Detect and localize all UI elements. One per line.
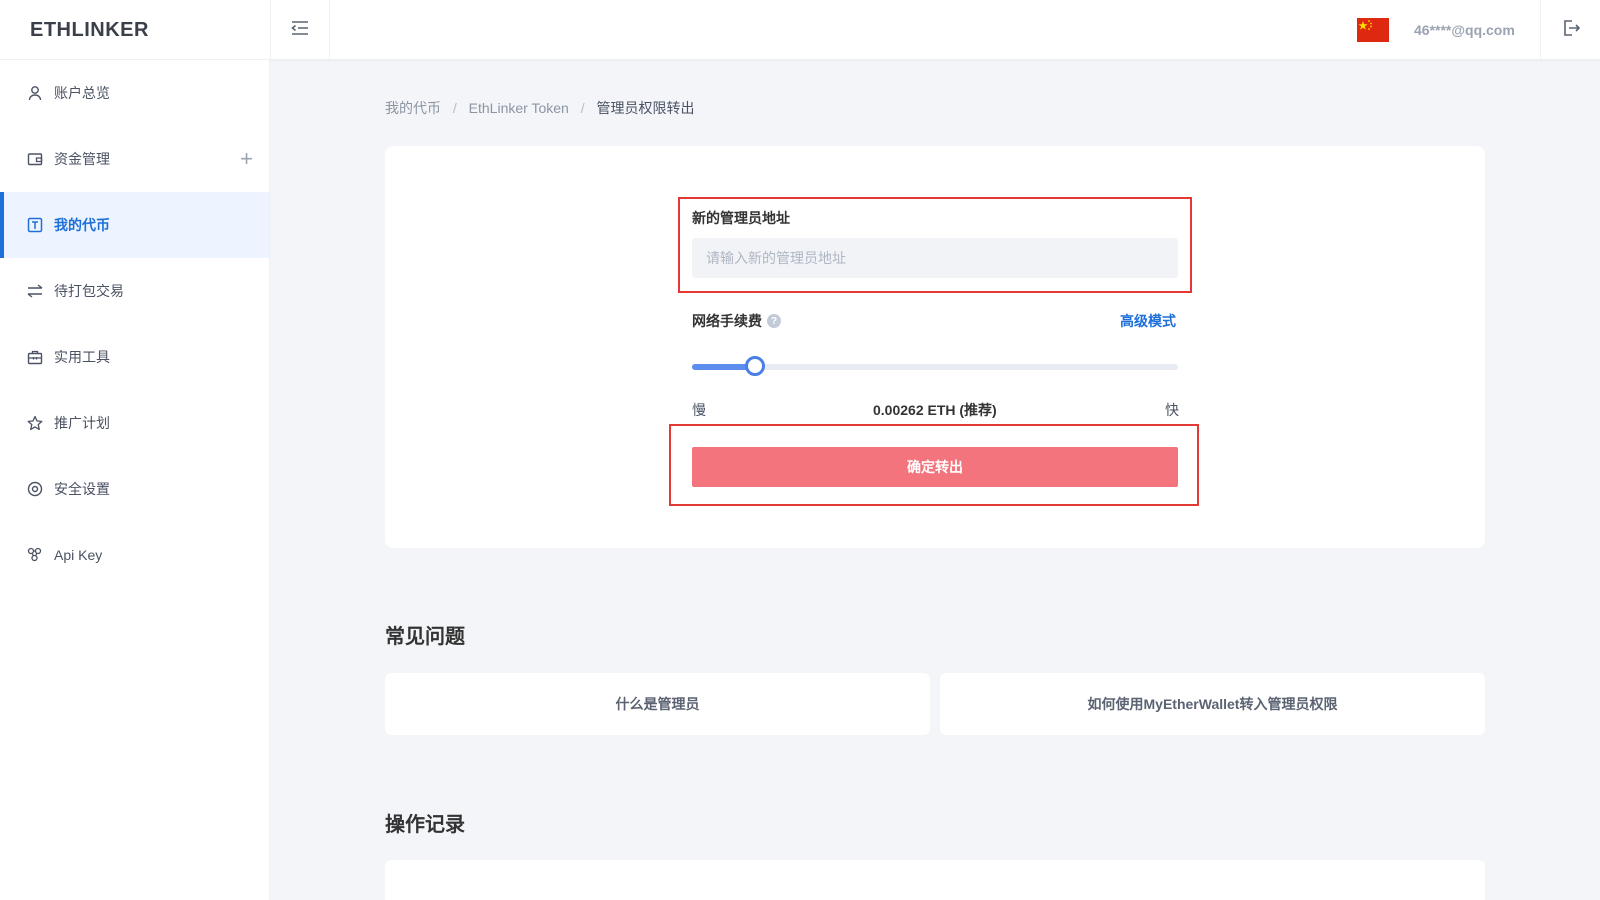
sidebar-item-label: 我的代币: [54, 217, 110, 233]
help-icon[interactable]: ?: [767, 314, 781, 328]
sidebar-item-fund-management[interactable]: 资金管理 +: [0, 126, 269, 192]
confirm-transfer-button[interactable]: 确定转出: [692, 447, 1178, 487]
user-email[interactable]: 46****@qq.com: [1414, 0, 1515, 60]
breadcrumb-separator: /: [580, 100, 585, 116]
network-fee-label: 网络手续费 ?: [692, 311, 781, 331]
fast-label: 快: [1165, 402, 1179, 418]
app-logo[interactable]: ETHLINKER: [30, 0, 149, 60]
sidebar-item-account-overview[interactable]: 账户总览: [0, 60, 269, 126]
advanced-mode-link[interactable]: 高级模式: [1120, 311, 1176, 331]
logout-button[interactable]: [1541, 0, 1600, 60]
wallet-icon: [26, 150, 44, 168]
faq-item-label: 如何使用MyEtherWallet转入管理员权限: [1087, 696, 1338, 712]
breadcrumb-token[interactable]: EthLinker Token: [469, 100, 569, 116]
sidebar: 账户总览 资金管理 + 我的代币 待打包交易 实用工具 推广计划 安全设置 Ap…: [0, 60, 270, 900]
breadcrumb-separator: /: [452, 100, 457, 116]
toolbox-icon: [26, 348, 44, 366]
sidebar-item-label: Api Key: [54, 547, 103, 563]
faq-item[interactable]: 如何使用MyEtherWallet转入管理员权限: [940, 673, 1485, 735]
sidebar-item-label: 资金管理: [54, 151, 110, 167]
faq-item-label: 什么是管理员: [615, 696, 700, 712]
faq-item[interactable]: 什么是管理员: [385, 673, 930, 735]
china-flag-icon[interactable]: [1357, 18, 1389, 42]
token-icon: [26, 216, 44, 234]
expand-plus-icon[interactable]: +: [240, 126, 253, 192]
records-panel: [385, 860, 1485, 900]
fee-value: 0.00262 ETH (推荐): [873, 402, 997, 418]
user-icon: [26, 84, 44, 102]
faq-title: 常见问题: [385, 626, 465, 648]
sidebar-item-label: 安全设置: [54, 481, 110, 497]
sidebar-item-tools[interactable]: 实用工具: [0, 324, 269, 390]
address-label: 新的管理员地址: [692, 210, 790, 226]
sidebar-item-pending-transactions[interactable]: 待打包交易: [0, 258, 269, 324]
menu-toggle-button[interactable]: [271, 0, 330, 60]
sidebar-item-label: 待打包交易: [54, 283, 124, 299]
top-bar: ETHLINKER 46****@qq.com: [0, 0, 1600, 60]
api-key-icon: [26, 546, 44, 564]
security-icon: [26, 480, 44, 498]
transfer-arrows-icon: [26, 282, 44, 300]
records-title: 操作记录: [385, 814, 465, 836]
sidebar-item-my-tokens[interactable]: 我的代币: [0, 192, 269, 258]
slow-label: 慢: [692, 402, 706, 418]
network-fee-label-text: 网络手续费: [692, 313, 762, 329]
breadcrumb: 我的代币 / EthLinker Token / 管理员权限转出: [385, 98, 694, 118]
star-icon: [26, 414, 44, 432]
breadcrumb-my-tokens[interactable]: 我的代币: [385, 100, 441, 116]
sidebar-item-referral[interactable]: 推广计划: [0, 390, 269, 456]
sidebar-item-api-key[interactable]: Api Key: [0, 522, 269, 588]
menu-collapse-icon: [290, 19, 310, 42]
breadcrumb-current: 管理员权限转出: [596, 100, 695, 116]
sidebar-item-label: 实用工具: [54, 349, 110, 365]
logout-icon: [1561, 18, 1581, 43]
fee-slider[interactable]: [692, 356, 1178, 376]
sidebar-item-label: 推广计划: [54, 415, 110, 431]
sidebar-item-label: 账户总览: [54, 85, 110, 101]
sidebar-item-security[interactable]: 安全设置: [0, 456, 269, 522]
new-admin-address-input[interactable]: [692, 238, 1178, 278]
